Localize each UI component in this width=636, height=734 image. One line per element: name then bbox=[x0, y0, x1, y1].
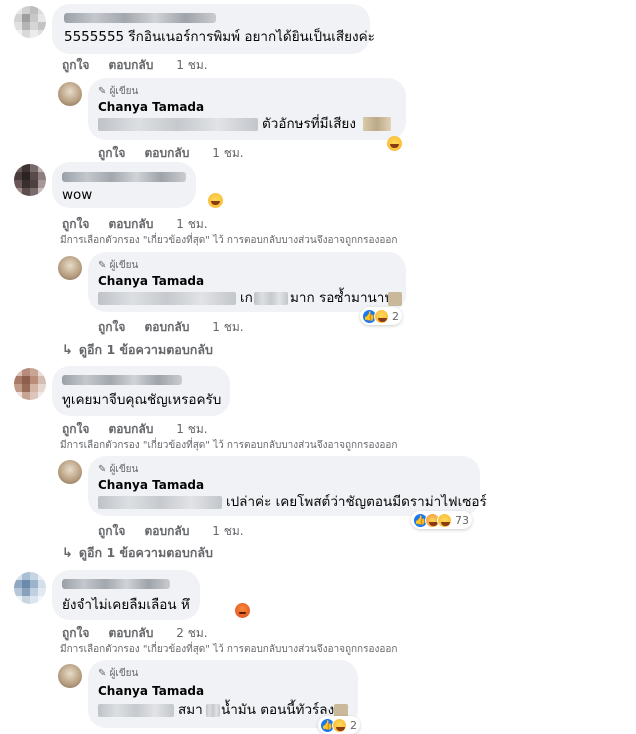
reply-arrow-icon: ↳ bbox=[62, 546, 73, 561]
reaction-summary[interactable]: 👍 2 bbox=[360, 307, 402, 325]
pencil-icon: ✎ bbox=[98, 464, 110, 475]
sticker-icon bbox=[363, 117, 391, 131]
comment-actions: ถูกใจ ตอบกลับ 1 ชม. bbox=[62, 420, 208, 439]
timestamp[interactable]: 1 ชม. bbox=[176, 58, 207, 72]
author-name[interactable]: Chanya Tamada bbox=[98, 478, 204, 492]
reply-actions: ถูกใจ ตอบกลับ 1 ชม. bbox=[98, 522, 244, 541]
timestamp[interactable]: 1 ชม. bbox=[176, 217, 207, 231]
commenter-name-redacted[interactable] bbox=[64, 13, 216, 23]
comment-text: 5555555 รีกอินเนอร์การพิมพ์ อยากได้ยินเป… bbox=[64, 29, 375, 45]
filter-note: มีการเลือกตัวกรอง "เกี่ยวข้องที่สุด" ไว้… bbox=[60, 440, 398, 451]
filter-note: มีการเลือกตัวกรอง "เกี่ยวข้องที่สุด" ไว้… bbox=[60, 644, 398, 655]
timestamp[interactable]: 1 ชม. bbox=[212, 146, 243, 160]
avatar[interactable] bbox=[14, 6, 46, 38]
reaction-count: 2 bbox=[350, 718, 357, 732]
avatar[interactable] bbox=[14, 572, 46, 604]
reply-link[interactable]: ตอบกลับ bbox=[109, 217, 154, 231]
laughing-reaction-icon[interactable] bbox=[387, 136, 402, 151]
laughing-reaction-icon bbox=[374, 308, 389, 324]
like-link[interactable]: ถูกใจ bbox=[62, 626, 89, 640]
reply-link[interactable]: ตอบกลับ bbox=[145, 146, 190, 160]
redacted-text bbox=[206, 704, 220, 717]
reply-link[interactable]: ตอบกลับ bbox=[145, 320, 190, 334]
comment-bubble: 5555555 รีกอินเนอร์การพิมพ์ อยากได้ยินเป… bbox=[52, 4, 375, 54]
timestamp[interactable]: 1 ชม. bbox=[212, 524, 243, 538]
reply-link[interactable]: ตอบกลับ bbox=[109, 58, 154, 72]
redacted-text bbox=[254, 292, 288, 305]
redacted-text bbox=[98, 292, 236, 305]
comment-bubble: wow bbox=[52, 162, 196, 208]
reply-link[interactable]: ตอบกลับ bbox=[109, 422, 154, 436]
comment-actions: ถูกใจ ตอบกลับ 1 ชม. bbox=[62, 215, 208, 234]
commenter-name-redacted[interactable] bbox=[62, 579, 170, 589]
comment-text: ยังจำไม่เคยลืมเลือน หึ bbox=[62, 597, 190, 613]
comment-text: ทูเคยมาจีบคุณชัญเหรอครับ bbox=[62, 392, 222, 408]
like-link[interactable]: ถูกใจ bbox=[98, 524, 125, 538]
author-badge: ✎ ผู้เขียน bbox=[98, 464, 139, 475]
reply-text-part: น้ำมัน ตอนนี้ทัวร์ลง bbox=[221, 702, 335, 718]
reply-bubble: ✎ ผู้เขียน Chanya Tamada ตัวอักษรที่มีเส… bbox=[88, 78, 406, 140]
reply-text: ตัวอักษรที่มีเสียง bbox=[262, 116, 356, 132]
commenter-name-redacted[interactable] bbox=[62, 375, 182, 385]
like-link[interactable]: ถูกใจ bbox=[62, 422, 89, 436]
timestamp[interactable]: 2 ชม. bbox=[176, 626, 207, 640]
redacted-text bbox=[98, 704, 174, 717]
avatar[interactable] bbox=[14, 368, 46, 400]
reply-arrow-icon: ↳ bbox=[62, 343, 73, 358]
like-link[interactable]: ถูกใจ bbox=[98, 146, 125, 160]
timestamp[interactable]: 1 ชม. bbox=[212, 320, 243, 334]
commenter-name-redacted[interactable] bbox=[62, 172, 186, 182]
reaction-summary[interactable]: 👍 73 bbox=[411, 511, 472, 529]
timestamp[interactable]: 1 ชม. bbox=[176, 422, 207, 436]
laughing-reaction-icon[interactable] bbox=[208, 193, 224, 208]
reply-text-part: มาก รอซ้ำมานาน bbox=[290, 290, 394, 306]
author-name[interactable]: Chanya Tamada bbox=[98, 100, 204, 114]
author-name[interactable]: Chanya Tamada bbox=[98, 684, 204, 698]
reply-link[interactable]: ตอบกลับ bbox=[109, 626, 154, 640]
comment-bubble: ทูเคยมาจีบคุณชัญเหรอครับ bbox=[52, 366, 230, 416]
sticker-icon bbox=[388, 292, 402, 306]
avatar[interactable] bbox=[14, 164, 46, 196]
reply-bubble: ✎ ผู้เขียน Chanya Tamada สมา น้ำมัน ตอนน… bbox=[88, 660, 358, 728]
like-link[interactable]: ถูกใจ bbox=[62, 58, 89, 72]
reply-bubble: ✎ ผู้เขียน Chanya Tamada เปล่าค่ะ เคยโพส… bbox=[88, 456, 487, 516]
author-avatar[interactable] bbox=[58, 460, 82, 484]
author-avatar[interactable] bbox=[58, 664, 82, 688]
reply-text-part: เก bbox=[240, 290, 253, 306]
like-link[interactable]: ถูกใจ bbox=[62, 217, 89, 231]
author-name[interactable]: Chanya Tamada bbox=[98, 274, 204, 288]
reaction-count: 2 bbox=[392, 309, 399, 323]
reply-bubble: ✎ ผู้เขียน Chanya Tamada เก มาก รอซ้ำมาน… bbox=[88, 252, 406, 312]
author-badge: ✎ ผู้เขียน bbox=[98, 260, 139, 271]
reply-actions: ถูกใจ ตอบกลับ 1 ชม. bbox=[98, 318, 244, 337]
angry-reaction-icon[interactable] bbox=[235, 603, 251, 618]
reply-actions: ถูกใจ ตอบกลับ 1 ชม. bbox=[98, 144, 244, 163]
redacted-text bbox=[98, 496, 222, 509]
author-avatar[interactable] bbox=[58, 82, 82, 106]
laughing-reaction-icon bbox=[437, 512, 452, 528]
comment-text: wow bbox=[62, 187, 93, 203]
author-avatar[interactable] bbox=[58, 256, 82, 280]
filter-note: มีการเลือกตัวกรอง "เกี่ยวข้องที่สุด" ไว้… bbox=[60, 235, 398, 246]
reaction-summary[interactable]: 👍 2 bbox=[318, 716, 360, 734]
reply-text: เปล่าค่ะ เคยโพสต์ว่าชัญตอนมีดราม่าไฟเซอร… bbox=[226, 494, 487, 510]
reply-link[interactable]: ตอบกลับ bbox=[145, 524, 190, 538]
author-badge: ✎ ผู้เขียน bbox=[98, 86, 139, 97]
pencil-icon: ✎ bbox=[98, 668, 110, 679]
comment-actions: ถูกใจ ตอบกลับ 2 ชม. bbox=[62, 624, 208, 643]
comment-actions: ถูกใจ ตอบกลับ 1 ชม. bbox=[62, 56, 208, 75]
like-link[interactable]: ถูกใจ bbox=[98, 320, 125, 334]
author-badge: ✎ ผู้เขียน bbox=[98, 668, 139, 679]
reaction-count: 73 bbox=[455, 513, 469, 527]
redacted-text bbox=[98, 118, 258, 131]
view-more-replies[interactable]: ↳ ดูอีก 1 ข้อความตอบกลับ bbox=[62, 340, 213, 360]
comment-bubble: ยังจำไม่เคยลืมเลือน หึ bbox=[52, 570, 200, 620]
view-more-replies[interactable]: ↳ ดูอีก 1 ข้อความตอบกลับ bbox=[62, 543, 213, 563]
laughing-reaction-icon bbox=[332, 717, 347, 733]
pencil-icon: ✎ bbox=[98, 86, 110, 97]
pencil-icon: ✎ bbox=[98, 260, 110, 271]
reply-text-part: สมา bbox=[178, 702, 203, 718]
